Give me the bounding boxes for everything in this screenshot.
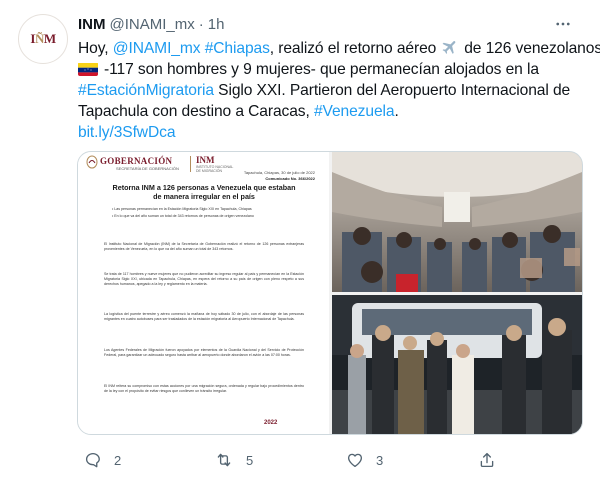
media-document-image[interactable]: GOBERNACIÓN SECRETARÍA DE GOBERNACIÓN IN…	[78, 152, 329, 434]
doc-paragraph: Se trata de 117 hombres y nueve mujeres …	[104, 272, 304, 286]
doc-paragraph: El INM reitera su compromiso con estas a…	[104, 384, 304, 393]
tweet-actions: 2 5 3	[78, 448, 578, 472]
more-options-button[interactable]	[548, 9, 578, 39]
tweet-text-line-2: -117 son hombres y 9 mujeres- que perman…	[78, 59, 588, 80]
airport-boarding-photo	[332, 295, 582, 434]
tweet: IÑM INM @INAMI_mx · 1h Hoy, @INAMI_mx #C…	[0, 0, 600, 484]
doc-title: Retorna INM a 126 personas a Venezuela q…	[112, 183, 296, 201]
doc-paragraph: La logística del puente terrestre y aére…	[104, 312, 304, 321]
retweet-button[interactable]: 5	[214, 448, 253, 472]
doc-header-inm: INM	[196, 155, 215, 165]
like-button[interactable]: 3	[346, 448, 383, 472]
doc-header-inm-sub: INSTITUTO NACIONAL DE MIGRACIÓN	[196, 165, 234, 173]
separator-dot: ·	[198, 15, 204, 33]
tweet-timestamp[interactable]: 1h	[208, 16, 225, 33]
text-segment: Tapachula con destino a Caracas,	[78, 103, 314, 120]
tweet-text-line-5: bit.ly/3SfwDca	[78, 122, 588, 143]
text-segment: Hoy,	[78, 40, 113, 57]
avatar[interactable]: IÑM	[18, 14, 68, 64]
avatar-logo: IÑM	[30, 31, 56, 46]
more-dots-icon	[556, 22, 570, 26]
text-segment: de 126 venezolanos	[464, 40, 600, 57]
share-icon	[480, 452, 494, 468]
mention-link[interactable]: @INAMI_mx	[113, 40, 201, 57]
media-photo-airport-boarding[interactable]	[332, 295, 582, 434]
tweet-text-line-3: #EstaciónMigratoria Siglo XXI. Partieron…	[78, 80, 588, 101]
doc-bullet-text: Las personas permanecían en la Estación …	[114, 207, 252, 211]
hashtag-chiapas[interactable]: #Chiapas	[205, 40, 270, 57]
reply-button[interactable]: 2	[84, 448, 121, 472]
like-count: 3	[376, 452, 384, 468]
reply-icon	[85, 452, 100, 468]
doc-footer-year: 2022	[264, 420, 278, 426]
retweet-icon	[217, 453, 231, 467]
doc-bullet: • En lo que va del año suman un total de…	[112, 213, 254, 218]
text-segment: .	[394, 103, 399, 120]
tweet-text-line-4: Tapachula con destino a Caracas, #Venezu…	[78, 101, 588, 122]
doc-date: Tapachula, Chiapas, 30 de julio de 2022	[243, 170, 315, 175]
airplane-cabin-photo	[332, 152, 582, 292]
doc-bullet-text: En lo que va del año suman un total de 3…	[114, 213, 254, 218]
doc-header-gobernacion-sub: SECRETARÍA DE GOBERNACIÓN	[116, 166, 179, 171]
media-grid: GOBERNACIÓN SECRETARÍA DE GOBERNACIÓN IN…	[77, 151, 583, 435]
retweet-count: 5	[246, 452, 254, 468]
share-button[interactable]	[478, 448, 496, 472]
tweet-text-line-1: Hoy, @INAMI_mx #Chiapas, realizó el reto…	[78, 38, 600, 59]
government-seal-icon	[86, 155, 98, 169]
doc-number: Comunicado No. 366/2022	[265, 176, 315, 181]
doc-paragraph: El Instituto Nacional de Migración (INM)…	[104, 242, 304, 251]
doc-paragraph: Los Agentes Federales de Migración fuero…	[104, 348, 304, 357]
doc-bullets: • Las personas permanecían en la Estació…	[112, 207, 292, 220]
short-link[interactable]: bit.ly/3SfwDca	[78, 124, 176, 141]
tweet-header: INM @INAMI_mx · 1h	[78, 13, 578, 35]
heart-icon	[347, 453, 363, 468]
tweet-text: Hoy, @INAMI_mx #Chiapas, realizó el reto…	[78, 38, 600, 143]
text-segment: , realizó el retorno aéreo	[269, 40, 437, 57]
author-handle[interactable]: @INAMI_mx	[110, 16, 195, 33]
text-segment: -117 son hombres y 9 mujeres- que perman…	[104, 61, 539, 78]
doc-bullet: • Las personas permanecían en la Estació…	[112, 207, 252, 211]
media-photo-airplane-cabin[interactable]	[332, 152, 582, 292]
hashtag-venezuela[interactable]: #Venezuela	[314, 103, 395, 120]
venezuela-flag-icon	[78, 62, 98, 76]
text-segment: Siglo XXI. Partieron del Aeropuerto Inte…	[213, 82, 571, 99]
doc-header-divider	[190, 156, 191, 172]
author-display-name[interactable]: INM	[78, 16, 106, 33]
hashtag-estacionmigratoria[interactable]: #EstaciónMigratoria	[78, 82, 214, 99]
doc-header-gobernacion: GOBERNACIÓN	[100, 156, 173, 166]
reply-count: 2	[114, 452, 122, 468]
